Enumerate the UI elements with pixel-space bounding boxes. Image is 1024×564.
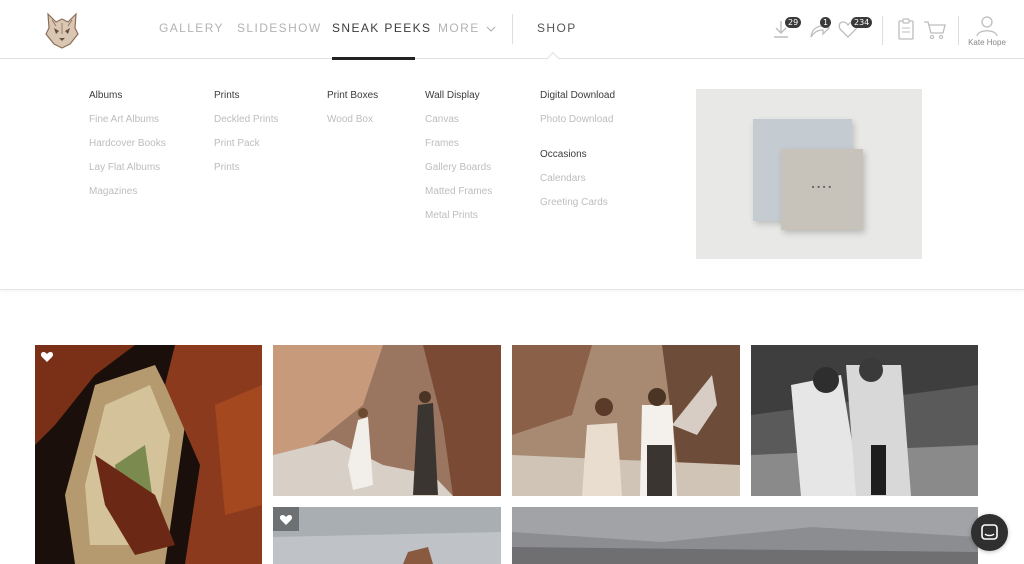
nav-sneak-peeks[interactable]: SNEAK PEEKS [332, 21, 431, 35]
share-count-badge: 1 [820, 17, 832, 28]
user-divider [958, 16, 959, 45]
nav-more-label: MORE [438, 21, 480, 35]
menu-item-hardcover-books[interactable]: Hardcover Books [89, 138, 166, 151]
photo-cave-arch[interactable] [35, 345, 262, 564]
menu-column-print-boxes: Print Boxes Wood Box [327, 90, 378, 138]
menu-item-prints[interactable]: Prints [214, 162, 278, 175]
user-name-label[interactable]: Kate Hope [962, 38, 1012, 47]
menu-heading-occasions[interactable]: Occasions [540, 149, 615, 162]
menu-item-canvas[interactable]: Canvas [425, 114, 492, 127]
nav-slideshow[interactable]: SLIDESHOW [237, 21, 322, 35]
top-header: GALLERY SLIDESHOW SNEAK PEEKS MORE SHOP … [0, 0, 1024, 60]
heart-filled-icon [40, 352, 54, 362]
shop-promo-image[interactable]: ■ ■ ■ ■ [696, 89, 922, 259]
menu-heading-digital-download[interactable]: Digital Download [540, 90, 615, 103]
chevron-down-icon [486, 26, 496, 32]
menu-item-deckled-prints[interactable]: Deckled Prints [214, 114, 278, 127]
nav-gallery[interactable]: GALLERY [159, 21, 224, 35]
logo-icon[interactable] [42, 10, 82, 50]
menu-item-greeting-cards[interactable]: Greeting Cards [540, 197, 615, 210]
menu-item-fine-art-albums[interactable]: Fine Art Albums [89, 114, 166, 127]
nav-divider [512, 14, 513, 44]
menu-heading-print-boxes[interactable]: Print Boxes [327, 90, 378, 103]
user-icon[interactable] [974, 13, 1000, 39]
menu-column-wall-display: Wall Display Canvas Frames Gallery Board… [425, 90, 492, 234]
menu-column-digital: Digital Download Photo Download Occasion… [540, 90, 615, 221]
menu-item-matted-frames[interactable]: Matted Frames [425, 186, 492, 199]
album-cover-title: ■ ■ ■ ■ [812, 184, 832, 189]
heart-filled-icon [279, 515, 293, 525]
shop-dropdown-menu: Albums Fine Art Albums Hardcover Books L… [0, 60, 1024, 290]
tools-divider [882, 16, 883, 45]
menu-item-photo-download[interactable]: Photo Download [540, 114, 615, 127]
clipboard-icon[interactable] [893, 16, 919, 42]
album-book-front: ■ ■ ■ ■ [781, 149, 863, 230]
menu-heading-prints[interactable]: Prints [214, 90, 278, 103]
chat-launcher-button[interactable] [971, 514, 1008, 551]
download-count-badge: 29 [785, 17, 802, 28]
menu-item-gallery-boards[interactable]: Gallery Boards [425, 162, 492, 175]
favorites-count-badge: 234 [851, 17, 873, 28]
menu-item-print-pack[interactable]: Print Pack [214, 138, 278, 151]
nav-more[interactable]: MORE [438, 21, 496, 35]
menu-item-magazines[interactable]: Magazines [89, 186, 166, 199]
menu-item-lay-flat-albums[interactable]: Lay Flat Albums [89, 162, 166, 175]
menu-column-prints: Prints Deckled Prints Print Pack Prints [214, 90, 278, 186]
nav-shop[interactable]: SHOP [537, 21, 577, 35]
photo-couple-embrace-bw[interactable] [751, 345, 978, 496]
menu-heading-wall-display[interactable]: Wall Display [425, 90, 492, 103]
menu-column-albums: Albums Fine Art Albums Hardcover Books L… [89, 90, 166, 210]
photo-favorite-toggle[interactable] [35, 345, 61, 369]
photo-champagne-spray[interactable] [512, 345, 740, 496]
cart-icon[interactable] [922, 16, 948, 42]
menu-item-calendars[interactable]: Calendars [540, 173, 615, 186]
menu-heading-albums[interactable]: Albums [89, 90, 166, 103]
menu-item-wood-box[interactable]: Wood Box [327, 114, 378, 127]
photo-sky-rock[interactable] [273, 507, 501, 564]
menu-item-frames[interactable]: Frames [425, 138, 492, 151]
photo-cloudy-landscape[interactable] [512, 507, 978, 564]
photo-slot-canyon-couple[interactable] [273, 345, 501, 496]
menu-item-metal-prints[interactable]: Metal Prints [425, 210, 492, 223]
chat-icon [981, 524, 998, 540]
photo-favorite-toggle-2[interactable] [273, 507, 299, 531]
